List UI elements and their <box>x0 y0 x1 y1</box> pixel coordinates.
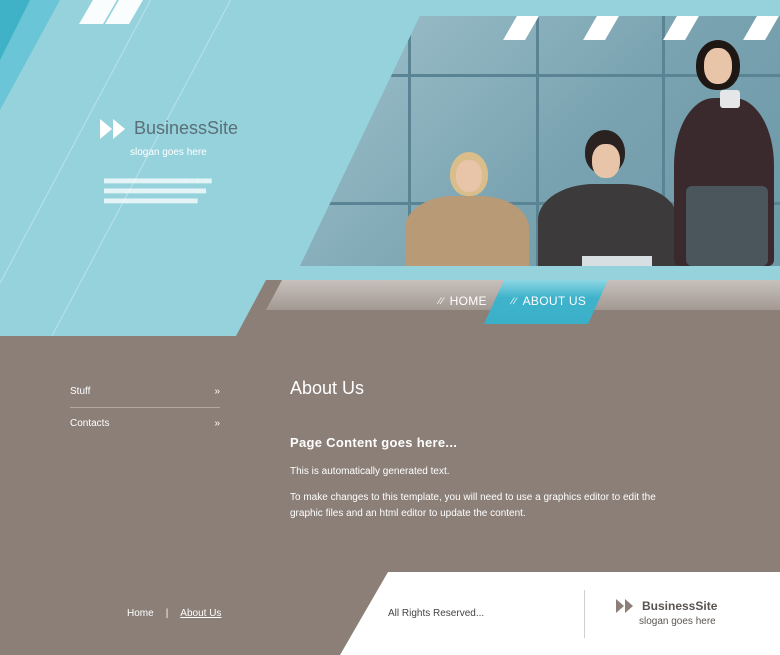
footer-link-home[interactable]: Home <box>127 608 154 619</box>
main-content: About Us Page Content goes here... This … <box>290 378 680 522</box>
decorative-text-block: ██████████████████████████████████████ █… <box>104 178 212 203</box>
footer-link-about-us[interactable]: About Us <box>180 608 221 619</box>
nav-item-home[interactable]: // HOME <box>436 294 487 308</box>
nav-label: ABOUT US <box>522 294 587 308</box>
footer-divider <box>584 590 585 638</box>
nav-label: HOME <box>449 294 487 308</box>
sidebar: Stuff » Contacts » <box>70 376 220 439</box>
content-paragraph: To make changes to this template, you wi… <box>290 492 656 519</box>
nav-item-about-us[interactable]: // ABOUT US <box>509 294 587 308</box>
footer-slogan: slogan goes here <box>639 616 716 627</box>
double-chevron-icon <box>100 118 126 139</box>
content-heading: Page Content goes here... <box>290 435 458 450</box>
slogan: slogan goes here <box>130 147 207 158</box>
double-chevron-icon <box>616 599 634 613</box>
footer-brand-name: BusinessSite <box>642 599 718 613</box>
slash-icon: // <box>509 296 519 306</box>
sidebar-item-stuff[interactable]: Stuff » <box>70 376 220 407</box>
footer-logo[interactable]: BusinessSite <box>616 599 717 613</box>
double-chevron-right-icon: » <box>214 386 220 397</box>
content-paragraph: This is automatically generated text. <box>290 466 450 477</box>
diagonal-line <box>32 0 231 336</box>
sidebar-item-label: Stuff <box>70 386 91 397</box>
double-chevron-right-icon: » <box>214 418 220 429</box>
header-photo <box>300 16 780 266</box>
corner-decoration <box>0 0 30 60</box>
slash-icon: // <box>436 296 446 306</box>
footer-nav: Home | About Us <box>127 608 221 619</box>
sidebar-item-contacts[interactable]: Contacts » <box>70 408 220 439</box>
copyright-text: All Rights Reserved... <box>388 608 485 619</box>
brand-name: BusinessSite <box>134 118 239 138</box>
page-title: About Us <box>290 378 365 398</box>
footer-separator: | <box>165 608 169 619</box>
sidebar-item-label: Contacts <box>70 418 110 429</box>
logo[interactable]: BusinessSite <box>100 118 238 139</box>
